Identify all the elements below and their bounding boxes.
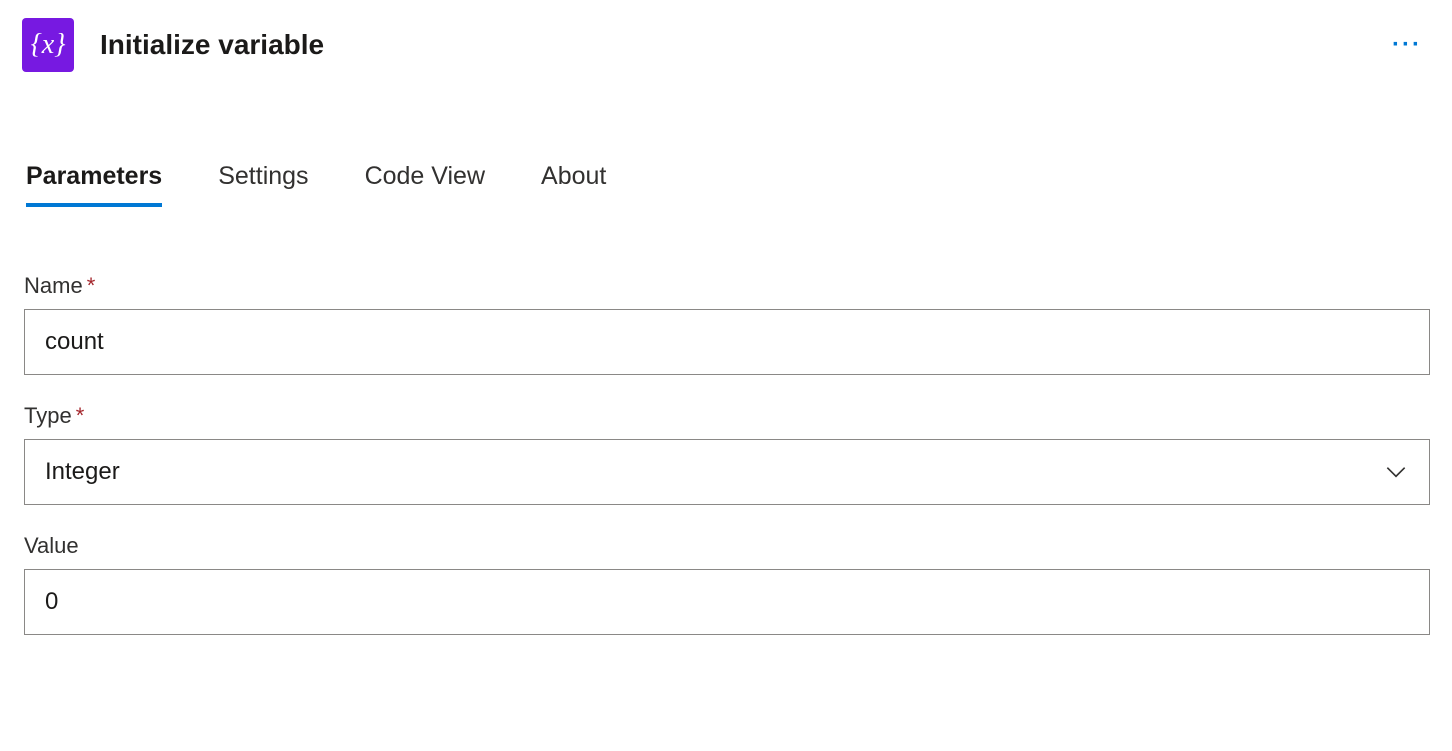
tab-code-view[interactable]: Code View [365, 162, 485, 205]
type-label-text: Type [24, 403, 72, 428]
tab-settings[interactable]: Settings [218, 162, 308, 205]
card-header: {x} Initialize variable ··· [22, 18, 1430, 72]
tab-parameters[interactable]: Parameters [26, 162, 162, 205]
chevron-down-icon [1383, 459, 1409, 485]
required-marker: * [76, 403, 85, 428]
action-title: Initialize variable [100, 29, 324, 61]
field-type: Type* Integer [24, 403, 1430, 505]
type-label: Type* [24, 403, 1430, 429]
field-value: Value [24, 533, 1430, 635]
header-right: ··· [1384, 29, 1430, 61]
required-marker: * [87, 273, 96, 298]
name-input[interactable] [24, 309, 1430, 375]
type-select[interactable]: Integer [24, 439, 1430, 505]
value-input[interactable] [24, 569, 1430, 635]
field-name: Name* [24, 273, 1430, 375]
name-label-text: Name [24, 273, 83, 298]
value-label-text: Value [24, 533, 79, 558]
parameters-form: Name* Type* Integer Value [22, 273, 1430, 635]
more-options-button[interactable]: ··· [1384, 29, 1430, 61]
type-select-value: Integer [45, 458, 120, 486]
value-label: Value [24, 533, 1430, 559]
name-label: Name* [24, 273, 1430, 299]
variable-icon: {x} [22, 18, 74, 72]
header-left: {x} Initialize variable [22, 18, 324, 72]
tab-about[interactable]: About [541, 162, 606, 205]
tab-list: Parameters Settings Code View About [22, 162, 1430, 205]
